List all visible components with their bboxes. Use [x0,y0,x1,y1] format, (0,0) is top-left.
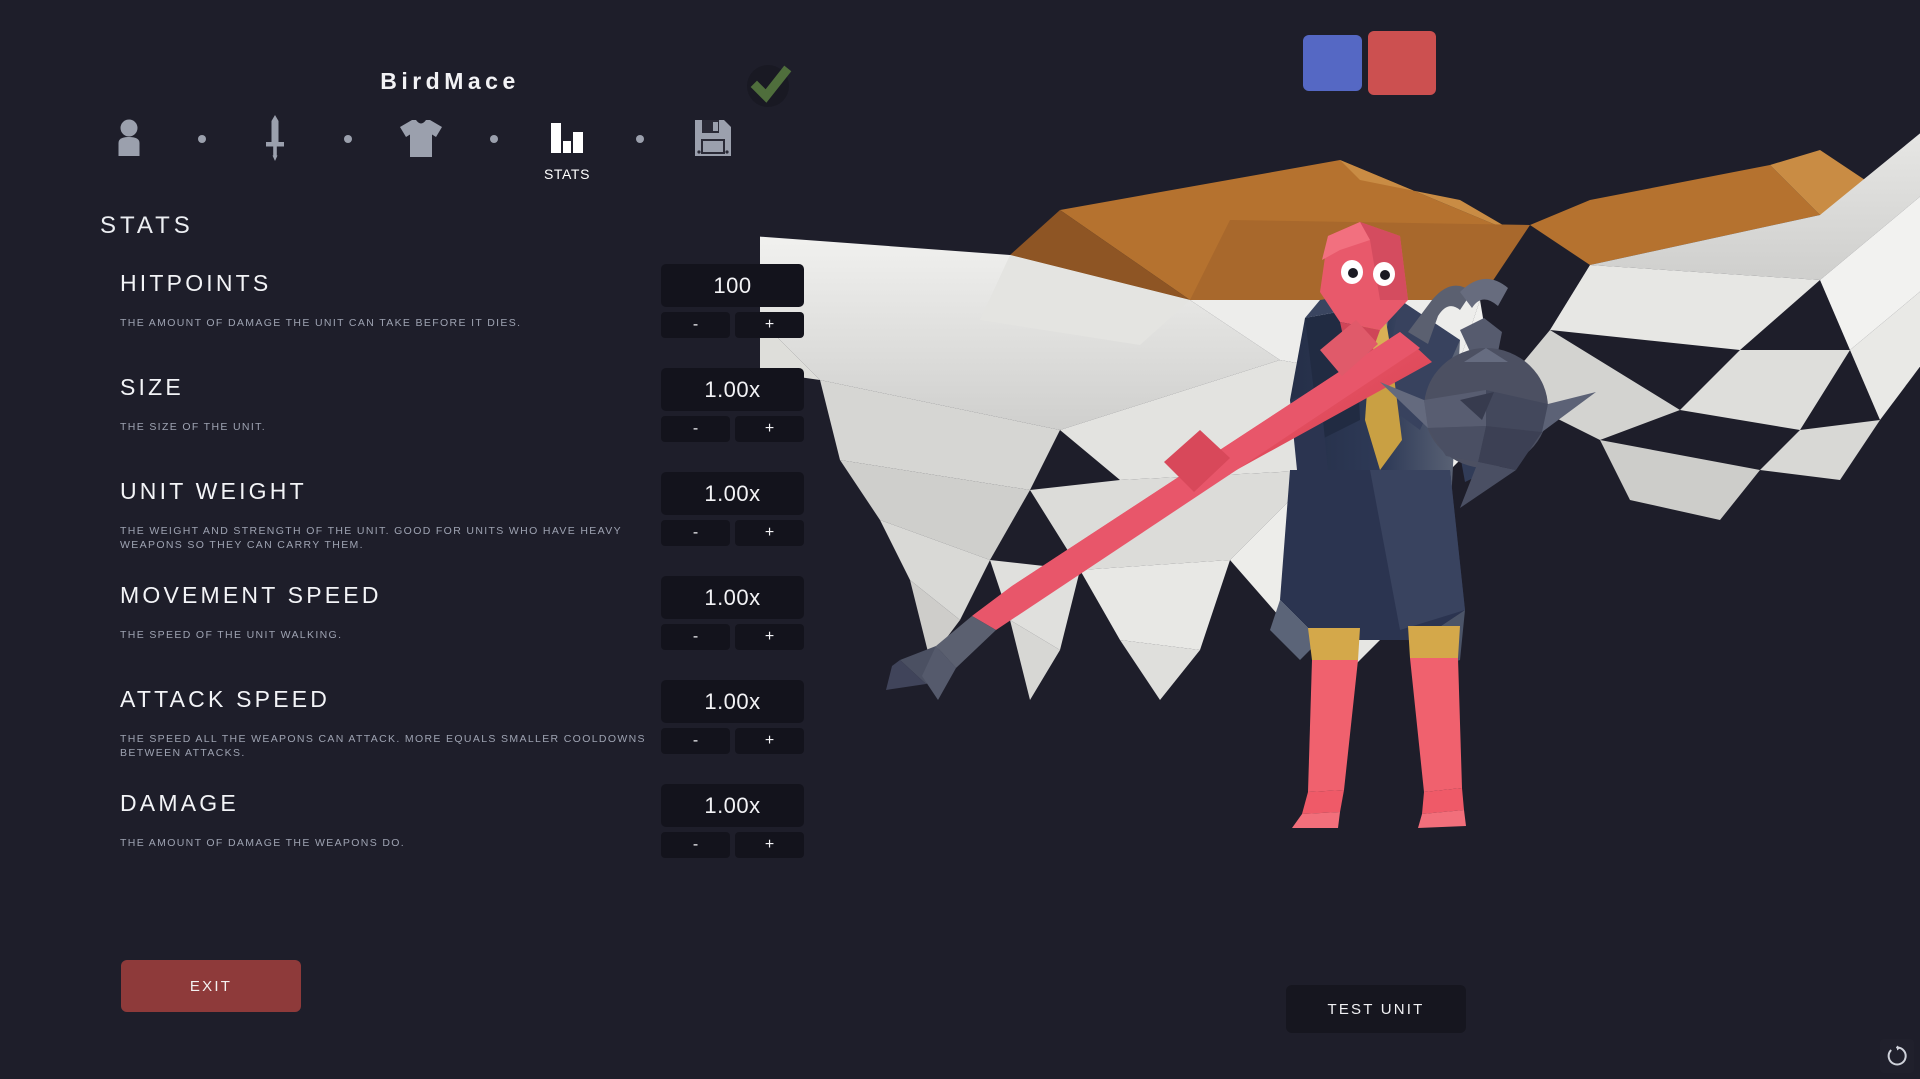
exit-button[interactable]: EXIT [121,960,301,1012]
stat-controls: 1.00x - + [661,784,804,858]
bar-chart-icon [549,112,585,164]
stat-decrement-button[interactable]: - [661,728,730,754]
loading-spinner-icon [1880,1039,1914,1073]
stat-controls: 100 - + [661,264,804,338]
stat-value-field[interactable]: 1.00x [661,576,804,619]
stat-description: THE SPEED OF THE UNIT WALKING. [120,629,343,641]
stat-controls: 1.00x - + [661,472,804,546]
stat-decrement-button[interactable]: - [661,832,730,858]
stat-row-attack-speed: ATTACK SPEED THE SPEED ALL THE WEAPONS C… [120,680,804,790]
stat-row-size: SIZE THE SIZE OF THE UNIT. 1.00x - + [120,368,804,478]
stat-description: THE SIZE OF THE UNIT. [120,421,266,433]
stat-row-hitpoints: HITPOINTS THE AMOUNT OF DAMAGE THE UNIT … [120,264,804,374]
nav-separator-dot [198,135,206,143]
nav-item-weapons[interactable] [242,112,308,166]
nav-separator-dot [636,135,644,143]
confirm-checkmark-button[interactable] [737,60,805,112]
stat-controls: 1.00x - + [661,368,804,442]
sword-icon [264,112,286,164]
stat-value-field[interactable]: 1.00x [661,784,804,827]
stat-row-movement-speed: MOVEMENT SPEED THE SPEED OF THE UNIT WAL… [120,576,804,686]
nav-item-clothing[interactable] [388,112,454,166]
blue-team-swatch[interactable] [1303,35,1362,91]
shirt-icon [399,112,443,164]
red-team-swatch[interactable] [1368,31,1436,95]
stat-description: THE WEIGHT AND STRENGTH OF THE UNIT. GOO… [120,525,622,551]
save-icon [693,112,733,164]
stat-row-damage: DAMAGE THE AMOUNT OF DAMAGE THE WEAPONS … [120,784,804,894]
stat-increment-button[interactable]: + [735,832,804,858]
stat-decrement-button[interactable]: - [661,624,730,650]
stat-increment-button[interactable]: + [735,520,804,546]
nav-label-stats: STATS [543,166,591,182]
editor-nav-bar[interactable]: STATS [96,112,796,182]
nav-item-save[interactable] [680,112,746,166]
stat-row-unit-weight: UNIT WEIGHT THE WEIGHT AND STRENGTH OF T… [120,472,804,582]
stat-value-field[interactable]: 100 [661,264,804,307]
stat-value-field[interactable]: 1.00x [661,472,804,515]
character-preview [760,0,1920,1079]
panel-heading: STATS [100,212,194,239]
nav-item-person[interactable] [96,112,162,166]
nav-separator-dot [490,135,498,143]
stat-controls: 1.00x - + [661,576,804,650]
stat-increment-button[interactable]: + [735,728,804,754]
stat-increment-button[interactable]: + [735,624,804,650]
stat-increment-button[interactable]: + [735,416,804,442]
test-unit-button[interactable]: TEST UNIT [1286,985,1466,1033]
stat-description: THE AMOUNT OF DAMAGE THE UNIT CAN TAKE B… [120,317,522,329]
stat-increment-button[interactable]: + [735,312,804,338]
stat-decrement-button[interactable]: - [661,312,730,338]
team-color-selector[interactable] [1303,28,1436,98]
person-icon [116,112,142,164]
stat-decrement-button[interactable]: - [661,416,730,442]
nav-separator-dot [344,135,352,143]
stats-list: HITPOINTS THE AMOUNT OF DAMAGE THE UNIT … [120,264,804,894]
stat-description: THE AMOUNT OF DAMAGE THE WEAPONS DO. [120,837,406,849]
stat-value-field[interactable]: 1.00x [661,680,804,723]
stat-description: THE SPEED ALL THE WEAPONS CAN ATTACK. MO… [120,733,646,759]
stat-decrement-button[interactable]: - [661,520,730,546]
stat-value-field[interactable]: 1.00x [661,368,804,411]
nav-item-stats[interactable]: STATS [534,112,600,182]
stat-controls: 1.00x - + [661,680,804,754]
unit-legs [1292,626,1466,828]
